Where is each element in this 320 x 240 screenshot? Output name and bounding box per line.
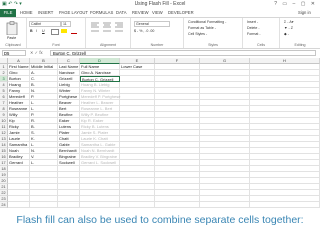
cell[interactable] <box>58 202 80 208</box>
name-box[interactable]: D5 <box>2 50 26 56</box>
alignment-icons[interactable] <box>90 21 126 35</box>
underline-button[interactable]: U <box>42 29 45 33</box>
tab-view[interactable]: VIEW <box>152 10 163 15</box>
font-group-label: Font <box>52 43 60 47</box>
cell[interactable] <box>155 202 200 208</box>
caption-text: Flash fill can also be used to combine s… <box>16 214 304 226</box>
ribbon: Paste Clipboard Calibri 11 B I U Font Al… <box>0 18 320 49</box>
number-format-buttons[interactable]: $ - % , .0 .00 <box>134 29 154 33</box>
sign-in-link[interactable]: Sign in <box>298 10 311 15</box>
styles-group-label: Styles <box>208 43 218 47</box>
cell[interactable] <box>200 202 250 208</box>
window-title: Using Flash Fill - Excel <box>134 1 186 7</box>
ribbon-tabs: FILE HOME INSERT PAGE LAYOUT FORMULAS DA… <box>0 9 320 18</box>
clear-button[interactable]: ◆ - <box>284 32 289 36</box>
format-as-table-button[interactable]: Format as Table - <box>188 26 216 30</box>
styles-group: Conditional Formatting - Format as Table… <box>184 18 243 48</box>
tab-home[interactable]: HOME <box>20 10 33 15</box>
cell[interactable] <box>120 202 155 208</box>
cell-styles-button[interactable]: Cell Styles - <box>188 32 207 36</box>
tab-file[interactable]: FILE <box>0 9 16 17</box>
alignment-group: Alignment <box>86 18 131 48</box>
font-color-icon[interactable] <box>71 29 77 34</box>
window-controls[interactable]: ? ▭ – ▢ ✕ <box>274 1 317 7</box>
font-size-select[interactable]: 11 <box>61 21 71 27</box>
tab-review[interactable]: REVIEW <box>132 10 149 15</box>
tab-insert[interactable]: INSERT <box>38 10 53 15</box>
clipboard-group-label: Clipboard <box>5 43 21 47</box>
borders-icon[interactable] <box>51 29 59 35</box>
font-name-select[interactable]: Calibri <box>29 21 61 27</box>
alignment-group-label: Alignment <box>100 43 116 47</box>
cell[interactable] <box>8 202 30 208</box>
fill-button[interactable]: ▼ - Z <box>284 26 293 30</box>
cell[interactable] <box>80 202 120 208</box>
tab-formulas[interactable]: FORMULAS <box>90 10 113 15</box>
insert-cells-button[interactable]: Insert - <box>247 20 258 24</box>
format-cells-button[interactable]: Format - <box>247 32 261 36</box>
cells-group-label: Cells <box>257 43 265 47</box>
conditional-formatting-button[interactable]: Conditional Formatting - <box>188 20 226 24</box>
formula-buttons[interactable]: ✕ ✓ fx <box>30 50 43 55</box>
cell[interactable] <box>30 202 58 208</box>
tab-page-layout[interactable]: PAGE LAYOUT <box>59 10 88 15</box>
tab-developer[interactable]: DEVELOPER <box>168 10 194 15</box>
fill-color-icon[interactable] <box>61 29 67 33</box>
formula-input[interactable]: Burton C. Grizzell <box>50 50 316 56</box>
paste-button[interactable]: Paste <box>7 36 16 40</box>
autosum-button[interactable]: Σ - A▾ <box>284 20 294 24</box>
editing-group-label: Editing <box>294 43 306 47</box>
paste-icon[interactable] <box>6 21 18 35</box>
bold-button[interactable]: B <box>30 29 33 33</box>
number-group: General $ - % , .0 .00 Number <box>131 18 184 48</box>
cells-group: Insert - Delete - Format - Cells <box>243 18 280 48</box>
caption-banner: Flash fill can also be used to combine s… <box>0 210 320 240</box>
font-group: Calibri 11 B I U Font <box>27 18 86 48</box>
clipboard-group: Paste Clipboard <box>0 18 27 48</box>
tab-data[interactable]: DATA <box>116 10 127 15</box>
delete-cells-button[interactable]: Delete - <box>247 26 260 30</box>
editing-group: Σ - A▾ ▼ - Z ◆ - Editing <box>280 18 320 48</box>
spreadsheet-grid[interactable]: A B C D E F G H 1 2 3 4 5 6 7 8 9 10 11 12 13 14 15 16 17 18 19 20 2… <box>0 58 320 210</box>
cell[interactable] <box>250 202 320 208</box>
title-bar: ▣ ↶ ↷ ▾ Using Flash Fill - Excel ? ▭ – ▢… <box>0 0 320 9</box>
number-group-label: Number <box>150 43 164 47</box>
number-format-select[interactable]: General <box>134 21 170 27</box>
italic-button[interactable]: I <box>36 29 37 33</box>
row-header[interactable]: 24 <box>0 202 8 208</box>
